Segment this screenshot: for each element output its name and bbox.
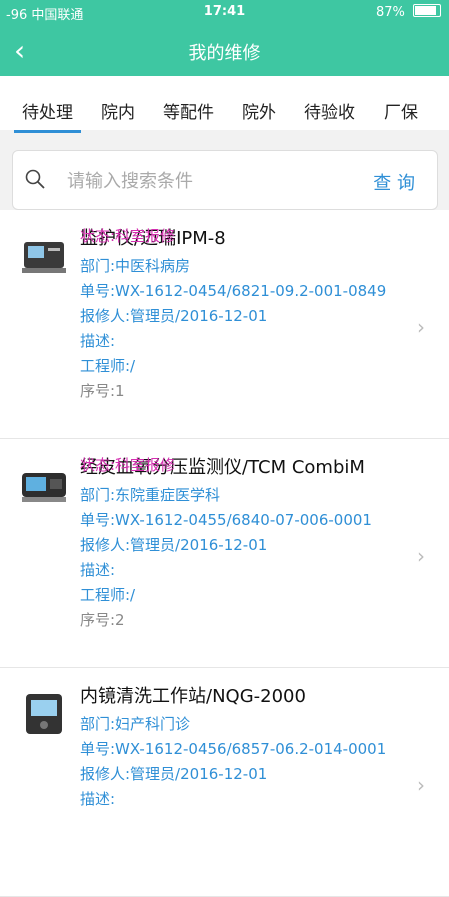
- repair-status: 状态:科室报修: [80, 456, 176, 474]
- chevron-right-icon: ›: [417, 773, 425, 797]
- battery-icon: [413, 4, 441, 17]
- device-thumbnail: [18, 688, 70, 740]
- device-name: 内镜清洗工作站/NQG-2000: [80, 686, 306, 707]
- department: 部门:东院重症医学科: [80, 486, 221, 504]
- device-thumbnail: [18, 459, 70, 511]
- item-details: 内镜清洗工作站/NQG-2000 部门:妇产科门诊 单号:WX-1612-045…: [80, 682, 420, 812]
- order-number: 单号:WX-1612-0455/6840-07-006-0001: [80, 511, 372, 529]
- item-details: 经皮血氧分压监测仪/TCM CombiM 部门:东院重症医学科 单号:WX-16…: [80, 453, 420, 633]
- sequence-number: 序号:2: [80, 611, 125, 629]
- battery-percent: 87%: [375, 5, 405, 20]
- item-details: 监护仪/迈瑞IPM-8 部门:中医科病房 单号:WX-1612-0454/682…: [80, 224, 420, 404]
- reporter: 报修人:管理员/2016-12-01: [80, 765, 268, 783]
- search-bar: 查 询: [12, 150, 438, 210]
- battery-status: 87%: [376, 4, 441, 20]
- search-input[interactable]: [65, 165, 359, 197]
- order-number: 单号:WX-1612-0456/6857-06.2-014-0001: [80, 740, 387, 758]
- tab-awaiting-acceptance[interactable]: 待验收: [304, 98, 355, 123]
- department: 部门:中医科病房: [80, 257, 191, 275]
- header: -96 中国联通 17:41 87% ‹ 我的维修: [0, 0, 449, 76]
- sequence-number: 序号:1: [80, 382, 125, 400]
- search-button[interactable]: 查 询: [373, 169, 415, 195]
- device-thumbnail: [18, 230, 70, 282]
- tab-waiting-parts[interactable]: 等配件: [163, 98, 214, 123]
- description: 描述:: [80, 332, 116, 350]
- status-bar: -96 中国联通 17:41 87%: [0, 0, 449, 24]
- list-item[interactable]: 内镜清洗工作站/NQG-2000 部门:妇产科门诊 单号:WX-1612-045…: [0, 668, 449, 897]
- list-item[interactable]: 经皮血氧分压监测仪/TCM CombiM 部门:东院重症医学科 单号:WX-16…: [0, 439, 449, 668]
- chevron-right-icon: ›: [417, 315, 425, 339]
- tab-pending[interactable]: 待处理: [14, 98, 81, 133]
- list-item[interactable]: 监护仪/迈瑞IPM-8 部门:中医科病房 单号:WX-1612-0454/682…: [0, 210, 449, 439]
- engineer: 工程师:/: [80, 357, 136, 375]
- page-title: 我的维修: [188, 43, 261, 64]
- chevron-right-icon: ›: [417, 544, 425, 568]
- nav-bar: ‹ 我的维修: [0, 26, 449, 76]
- tab-outside[interactable]: 院外: [242, 98, 276, 123]
- tab-bar: 待处理 院内 等配件 院外 待验收 厂保: [0, 76, 449, 133]
- reporter: 报修人:管理员/2016-12-01: [80, 536, 268, 554]
- description: 描述:: [80, 561, 116, 579]
- engineer: 工程师:/: [80, 586, 136, 604]
- department: 部门:妇产科门诊: [80, 715, 191, 733]
- search-icon: [25, 169, 45, 189]
- battery-fill: [415, 6, 436, 15]
- reporter: 报修人:管理员/2016-12-01: [80, 307, 268, 325]
- repair-status: 状态:科室报修: [80, 227, 176, 245]
- tab-warranty[interactable]: 厂保: [384, 98, 418, 123]
- repair-list: 监护仪/迈瑞IPM-8 部门:中医科病房 单号:WX-1612-0454/682…: [0, 210, 449, 897]
- order-number: 单号:WX-1612-0454/6821-09.2-001-0849: [80, 282, 387, 300]
- tab-in-hospital[interactable]: 院内: [101, 98, 135, 123]
